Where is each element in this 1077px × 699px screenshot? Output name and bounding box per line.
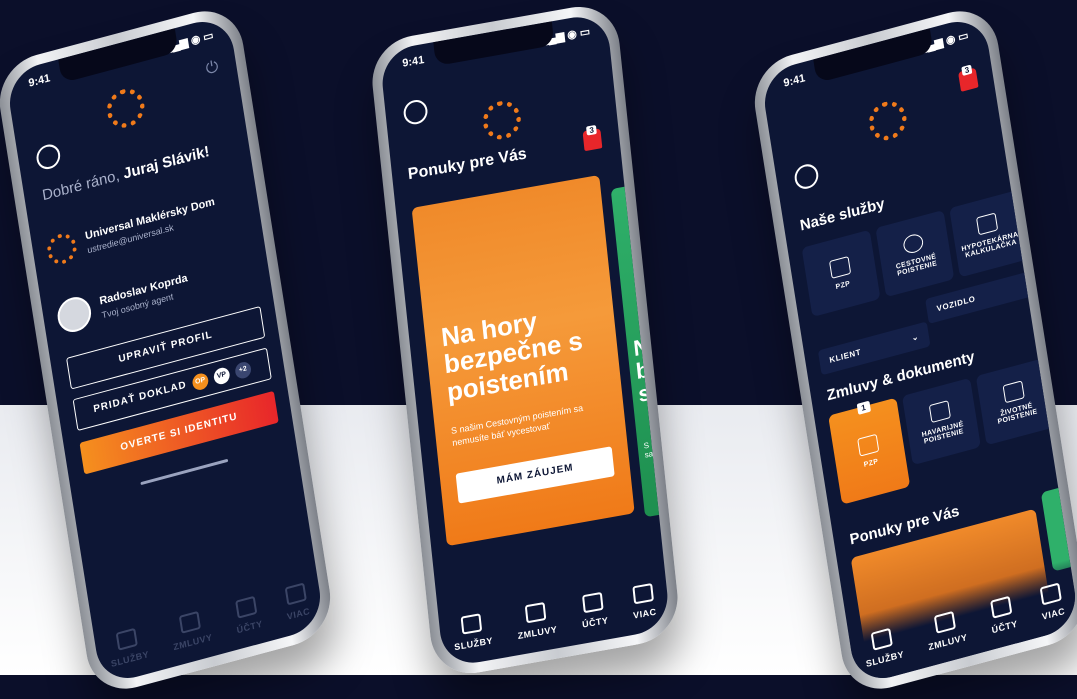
avatar-menu-icon[interactable]	[792, 161, 821, 192]
badge-op: OP	[191, 371, 210, 392]
service-tile-label: PZP	[835, 279, 851, 291]
nav-more-label: VIAC	[1041, 605, 1066, 622]
nav-more[interactable]: VIAC	[283, 582, 311, 622]
contract-tile-pzp[interactable]: 1 PZP	[828, 397, 911, 505]
agent-avatar	[55, 293, 94, 336]
contract-badge: 1	[856, 400, 871, 415]
service-tile-mortgage[interactable]: HYPOTEKÁRNA KALKULAČKA	[949, 190, 1029, 278]
nav-services-label: SLUŽBY	[453, 635, 494, 653]
nav-contracts[interactable]: ZMLUVY	[169, 608, 213, 652]
layers-icon	[870, 627, 894, 651]
nav-accounts[interactable]: ÚČTY	[232, 595, 263, 635]
nav-accounts-label: ÚČTY	[236, 618, 264, 636]
nav-services[interactable]: SLUŽBY	[862, 625, 905, 669]
layers-icon	[460, 613, 483, 635]
service-tile-travel[interactable]: CESTOVNÉ POISTENIE	[875, 209, 955, 298]
contract-tile-casco[interactable]: HAVARIJNÉ POISTENIE	[901, 377, 981, 466]
layers-icon	[115, 627, 139, 651]
nav-contracts-label: ZMLUVY	[927, 631, 969, 653]
nav-more-label: VIAC	[632, 606, 657, 621]
contract-tile-life[interactable]: ŽIVOTNÉ POISTENIE	[975, 358, 1055, 446]
filter-vehicle-label: VOZIDLO	[936, 294, 977, 314]
offer-next-text: S n sa	[643, 439, 657, 460]
service-tile-label: HYPOTEKÁRNA KALKULAČKA	[961, 231, 1019, 260]
notification-bell-icon[interactable]: 3	[957, 64, 979, 92]
service-tile-label: CESTOVNÉ POISTENIE	[895, 253, 938, 278]
offer-card[interactable]: Na hory bezpečne s poistením S našim Ces…	[411, 174, 635, 547]
nav-contracts[interactable]: ZMLUVY	[924, 608, 968, 652]
status-time: 9:41	[782, 72, 807, 90]
notch	[433, 21, 555, 67]
nav-services[interactable]: SLUŽBY	[451, 612, 494, 653]
nav-services[interactable]: SLUŽBY	[107, 625, 150, 669]
company-logo-icon	[45, 230, 79, 268]
offer-text: S našim Cestovným poistením sa nemusíte …	[450, 402, 584, 448]
offer-next-headline: N b s	[632, 333, 652, 408]
status-time: 9:41	[27, 72, 52, 90]
contract-tile-label: HAVARIJNÉ POISTENIE	[921, 420, 965, 446]
status-time: 9:41	[401, 53, 425, 70]
nav-more[interactable]: VIAC	[1038, 582, 1066, 622]
brand-logo	[481, 98, 523, 143]
sprout-hand-icon	[1002, 380, 1025, 404]
nav-contracts[interactable]: ZMLUVY	[515, 600, 558, 641]
contract-tile-label: PZP	[863, 457, 879, 469]
menu-icon	[284, 582, 307, 606]
brand-logo	[866, 97, 910, 145]
offers-title: Ponuky pre Vás	[407, 145, 528, 184]
home-indicator	[140, 458, 229, 486]
brand-logo	[104, 84, 148, 132]
menu-icon	[1039, 582, 1062, 606]
greeting-prefix: Dobré ráno,	[41, 166, 121, 205]
chevron-down-icon: ⌄	[1026, 278, 1035, 290]
company-card[interactable]: Universal Maklérsky Dom ustredie@univers…	[45, 185, 248, 268]
nav-accounts-label: ÚČTY	[581, 615, 609, 630]
wallet-icon	[582, 591, 604, 614]
road-icon	[857, 433, 880, 457]
chevron-down-icon: ⌄	[911, 331, 920, 343]
document-icon	[178, 610, 201, 634]
service-tile-pzp[interactable]: PZP	[801, 229, 881, 318]
offers-screen: 9:41 ▂▄▆ ◉ ▭ 3 Ponuky pre Vás Na hory be…	[379, 11, 671, 669]
power-icon[interactable]: ⏻	[205, 58, 220, 79]
notch	[58, 28, 179, 84]
nav-contracts-label: ZMLUVY	[172, 631, 214, 653]
document-icon	[524, 601, 547, 624]
bottom-nav: SLUŽBY ZMLUVY ÚČTY VIAC	[439, 581, 670, 655]
nav-more-label: VIAC	[286, 605, 311, 622]
document-icon	[933, 610, 956, 634]
notification-count: 3	[961, 64, 973, 77]
offer-interest-button[interactable]: MÁM ZÁUJEM	[455, 446, 615, 504]
plane-icon	[902, 232, 925, 256]
notification-bell-icon[interactable]: 3	[582, 124, 603, 152]
car-crash-icon	[928, 400, 952, 424]
wallet-icon	[990, 595, 1013, 619]
nav-contracts-label: ZMLUVY	[517, 624, 558, 642]
greeting-name: Juraj Slávik!	[122, 142, 211, 183]
nav-services-label: SLUŽBY	[865, 648, 905, 670]
nav-more[interactable]: VIAC	[630, 583, 657, 621]
avatar-menu-icon[interactable]	[34, 141, 62, 172]
wallet-icon	[235, 595, 258, 619]
nav-accounts[interactable]: ÚČTY	[987, 595, 1018, 635]
offer-headline: Na hory bezpečne s poistením	[439, 305, 585, 407]
notification-count: 3	[586, 124, 598, 136]
notch	[813, 28, 934, 84]
contract-tile-label: ŽIVOTNÉ POISTENIE	[997, 402, 1039, 426]
nav-accounts-label: ÚČTY	[991, 618, 1019, 636]
nav-services-label: SLUŽBY	[110, 648, 150, 670]
road-icon	[828, 255, 852, 279]
building-icon	[975, 212, 999, 236]
badge-vp: VP	[212, 366, 231, 386]
nav-accounts[interactable]: ÚČTY	[579, 591, 609, 630]
badge-more: +2	[234, 360, 253, 381]
avatar-menu-icon[interactable]	[402, 98, 429, 127]
filter-client-label: KLIENT	[828, 347, 862, 365]
menu-icon	[631, 583, 654, 605]
